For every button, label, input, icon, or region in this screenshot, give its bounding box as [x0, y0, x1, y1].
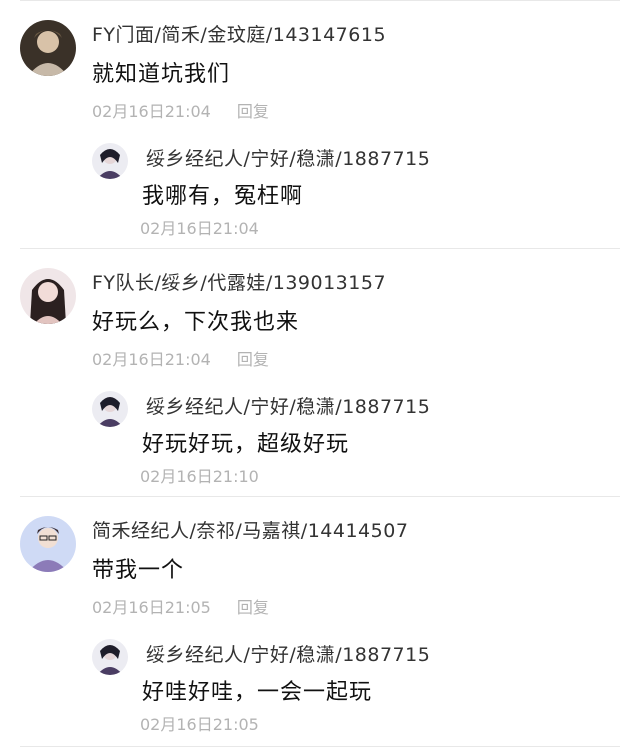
reply-author[interactable]: 绥乡经纪人/宁好/稳潇/1887715 [146, 144, 430, 171]
comment-text: 就知道坑我们 [92, 62, 231, 87]
comment-time: 02月16日21:04 [92, 350, 211, 369]
reply-time: 02月16日21:04 [140, 219, 259, 238]
avatar[interactable] [92, 639, 128, 675]
avatar[interactable] [20, 20, 76, 76]
reply-button[interactable]: 回复 [237, 598, 269, 617]
comment-meta: 02月16日21:04 回复 [92, 346, 269, 370]
comment-text: 好玩么，下次我也来 [92, 310, 300, 335]
comment-author[interactable]: FY队长/绥乡/代露娃/139013157 [92, 268, 386, 295]
bottom-divider [20, 746, 620, 747]
reply-text: 好玩好玩，超级好玩 [142, 432, 350, 457]
comment-time: 02月16日21:04 [92, 102, 211, 121]
reply-author[interactable]: 绥乡经纪人/宁好/稳潇/1887715 [146, 640, 430, 667]
comment-thread: FY队长/绥乡/代露娃/139013157 好玩么，下次我也来 02月16日21… [0, 248, 640, 496]
reply-time: 02月16日21:05 [140, 715, 259, 734]
reply-text: 好哇好哇，一会一起玩 [142, 680, 373, 705]
comment-thread: FY门面/简禾/金玟庭/143147615 就知道坑我们 02月16日21:04… [0, 0, 640, 248]
comment-text: 带我一个 [92, 558, 185, 583]
comment-meta: 02月16日21:04 回复 [92, 98, 269, 122]
avatar[interactable] [92, 143, 128, 179]
reply-time: 02月16日21:10 [140, 467, 259, 486]
comment-author[interactable]: 简禾经纪人/奈祁/马嘉祺/14414507 [92, 516, 408, 543]
comment-author[interactable]: FY门面/简禾/金玟庭/143147615 [92, 20, 386, 47]
avatar[interactable] [92, 391, 128, 427]
reply-button[interactable]: 回复 [237, 350, 269, 369]
reply-author[interactable]: 绥乡经纪人/宁好/稳潇/1887715 [146, 392, 430, 419]
avatar[interactable] [20, 516, 76, 572]
comment-thread: 简禾经纪人/奈祁/马嘉祺/14414507 带我一个 02月16日21:05 回复… [0, 496, 640, 746]
reply-text: 我哪有，冤枉啊 [142, 184, 304, 209]
comment-time: 02月16日21:05 [92, 598, 211, 617]
comment-meta: 02月16日21:05 回复 [92, 594, 269, 618]
avatar[interactable] [20, 268, 76, 324]
reply-button[interactable]: 回复 [237, 102, 269, 121]
